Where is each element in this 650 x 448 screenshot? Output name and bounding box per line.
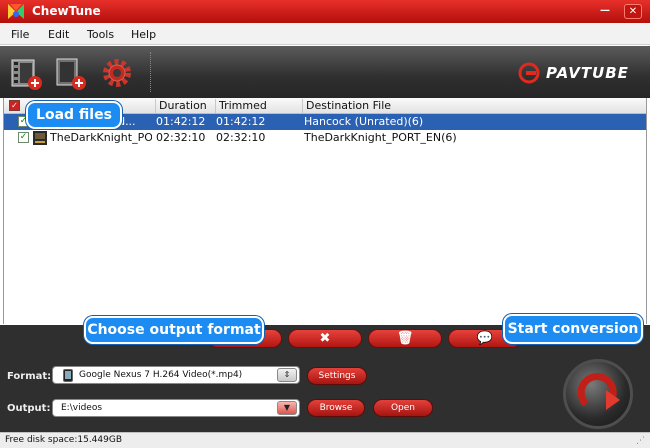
callout-load-files: Load files: [26, 101, 122, 129]
toolbar: PAVTUBE: [0, 46, 650, 98]
menu-help[interactable]: Help: [131, 28, 156, 41]
table-row[interactable]: ✓ TheDarkKnight_PO... 02:32:10 02:32:10 …: [4, 130, 646, 146]
resize-grip-icon[interactable]: ⋰: [636, 436, 646, 446]
file-duration: 02:32:10: [156, 131, 206, 144]
pavtube-logo-icon: [518, 62, 540, 84]
window-title: ChewTune: [32, 4, 101, 18]
app-logo-icon: [8, 4, 24, 19]
file-duration: 01:42:12: [156, 115, 206, 128]
menu-file[interactable]: File: [11, 28, 29, 41]
minimize-button[interactable]: —: [596, 4, 614, 19]
file-destination: Hancock (Unrated)(6): [304, 115, 424, 128]
select-all-checkbox[interactable]: ✓: [9, 100, 20, 111]
menu-edit[interactable]: Edit: [48, 28, 69, 41]
convert-button[interactable]: [563, 359, 633, 429]
settings-button[interactable]: Settings: [307, 367, 367, 385]
brand-text: PAVTUBE: [546, 64, 629, 82]
brand-logo: PAVTUBE: [518, 62, 629, 84]
file-trimmed: 02:32:10: [216, 131, 266, 144]
output-path-value: E:\videos: [61, 403, 103, 413]
browse-button[interactable]: Browse: [307, 399, 365, 417]
device-icon: [63, 369, 73, 382]
menu-tools[interactable]: Tools: [87, 28, 114, 41]
delete-button[interactable]: 🗑: [368, 329, 442, 348]
settings-gear-icon[interactable]: [98, 54, 136, 92]
remove-button[interactable]: ✖: [288, 329, 362, 348]
file-list: ✓ Duration Trimmed Length Destination Fi…: [3, 98, 647, 324]
output-path-input[interactable]: E:\videos ▼: [52, 399, 300, 417]
col-destination-file[interactable]: Destination File: [302, 99, 646, 113]
title-bar: ChewTune — ✕: [0, 0, 650, 23]
callout-start-conversion: Start conversion: [503, 314, 643, 344]
folder-add-icon[interactable]: [52, 54, 90, 92]
free-disk-space: Free disk space:15.449GB: [5, 435, 123, 445]
format-dropdown-arrow[interactable]: ⇕: [277, 368, 297, 382]
format-label: Format:: [7, 371, 52, 382]
close-button[interactable]: ✕: [624, 4, 642, 19]
menu-bar: File Edit Tools Help: [0, 23, 650, 45]
toolbar-separator: [150, 52, 151, 92]
film-add-icon[interactable]: [8, 54, 46, 92]
col-duration[interactable]: Duration: [155, 99, 215, 113]
output-dropdown-arrow[interactable]: ▼: [277, 401, 297, 415]
status-bar: Free disk space:15.449GB ⋰: [0, 432, 650, 448]
format-select[interactable]: Google Nexus 7 H.264 Video(*.mp4) ⇕: [52, 366, 300, 384]
movie-file-icon: [33, 131, 47, 145]
open-button[interactable]: Open: [373, 399, 433, 417]
file-name: TheDarkKnight_PO...: [50, 131, 152, 144]
format-value: Google Nexus 7 H.264 Video(*.mp4): [79, 370, 243, 380]
convert-arrow-icon: [577, 373, 620, 410]
file-trimmed: 01:42:12: [216, 115, 266, 128]
row-checkbox[interactable]: ✓: [18, 132, 29, 143]
output-label: Output:: [7, 403, 51, 414]
file-destination: TheDarkKnight_PORT_EN(6): [304, 131, 457, 144]
callout-choose-format: Choose output format: [84, 316, 264, 344]
col-trimmed-length[interactable]: Trimmed Length: [215, 99, 302, 125]
